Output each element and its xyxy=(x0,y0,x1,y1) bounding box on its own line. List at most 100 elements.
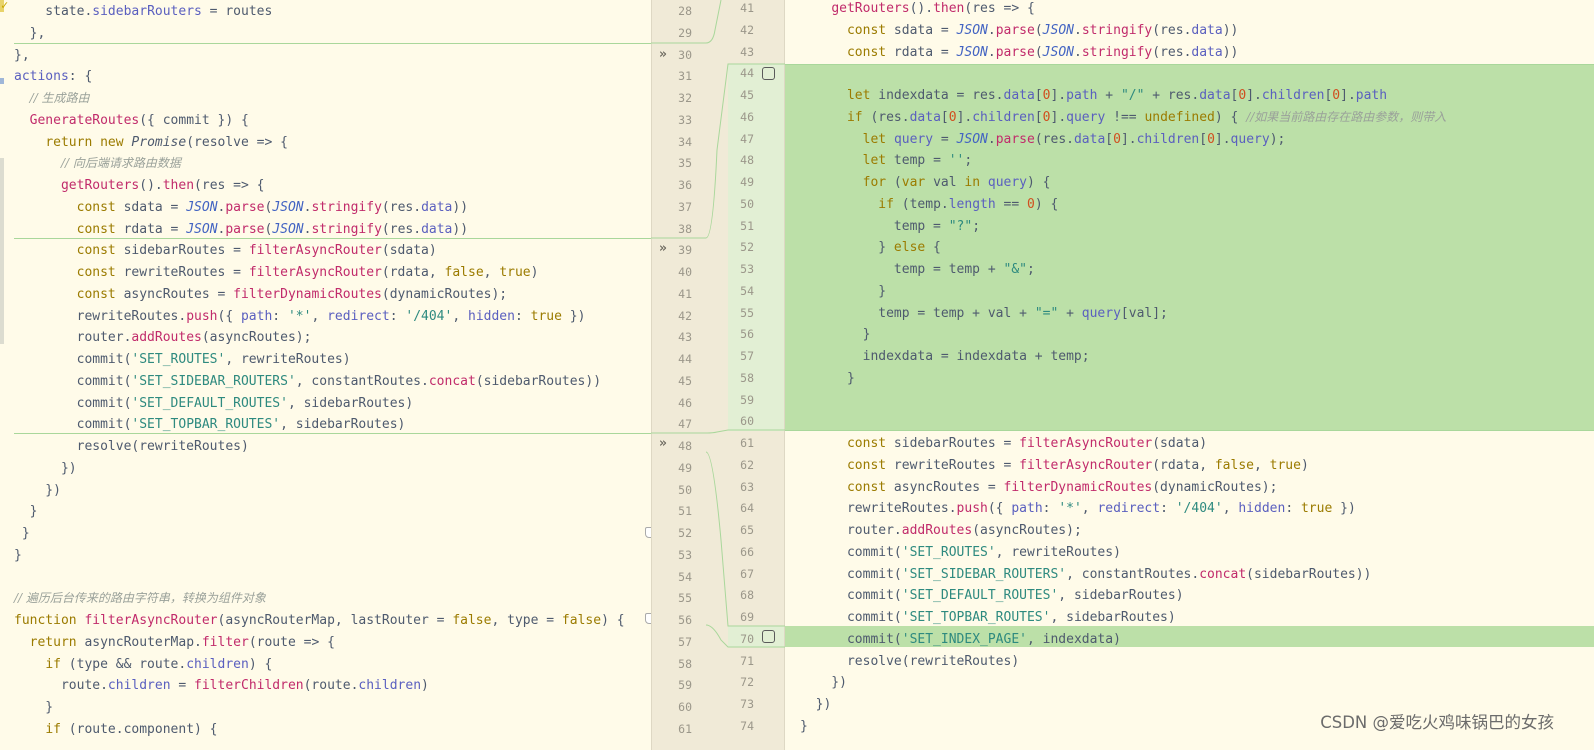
left-code-line[interactable]: GenerateRoutes({ commit }) { xyxy=(14,110,249,132)
left-code-line[interactable]: function filterAsyncRouter(asyncRouterMa… xyxy=(14,610,625,632)
right-code-line[interactable]: temp = temp + val + "=" + query[val]; xyxy=(800,303,1168,325)
left-code-line[interactable]: } xyxy=(14,501,38,523)
right-code-line[interactable]: } else { xyxy=(800,237,941,259)
line-number: 67 xyxy=(740,566,754,581)
right-code-line[interactable]: const rdata = JSON.parse(JSON.stringify(… xyxy=(800,42,1238,64)
line-number: 39 xyxy=(678,243,692,258)
line-number: 34 xyxy=(678,134,692,149)
line-number: 65 xyxy=(740,523,754,537)
line-number: 32 xyxy=(678,91,692,105)
line-number: 49 xyxy=(740,175,754,189)
right-code-line[interactable]: const sdata = JSON.parse(JSON.stringify(… xyxy=(800,20,1238,42)
left-code-line[interactable]: resolve(rewriteRoutes) xyxy=(14,436,249,458)
line-number: 31 xyxy=(678,69,692,84)
right-code-line[interactable]: if (res.data[0].children[0].query !== un… xyxy=(800,107,1446,129)
line-number: 62 xyxy=(740,457,754,472)
right-code-line[interactable]: const asyncRoutes = filterDynamicRoutes(… xyxy=(800,477,1278,499)
left-code-line[interactable]: }, xyxy=(14,45,30,67)
left-code-line[interactable]: const rewriteRoutes = filterAsyncRouter(… xyxy=(14,262,539,284)
right-code-line[interactable]: } xyxy=(800,716,808,738)
left-code-line[interactable]: commit('SET_SIDEBAR_ROUTERS', constantRo… xyxy=(14,371,601,393)
change-marker xyxy=(0,78,4,84)
left-editor-pane[interactable]: ✓ state.sidebarRouters = routes },}, acti… xyxy=(0,0,651,750)
left-code-line[interactable]: return asyncRouterMap.filter(route => { xyxy=(14,632,335,654)
right-code-line[interactable]: const rewriteRoutes = filterAsyncRouter(… xyxy=(800,455,1309,477)
right-code-line[interactable]: router.addRoutes(asyncRoutes); xyxy=(800,520,1082,542)
left-code-line[interactable]: const sdata = JSON.parse(JSON.stringify(… xyxy=(14,197,468,219)
left-code-line[interactable]: rewriteRoutes.push({ path: '*', redirect… xyxy=(14,306,586,328)
right-code-line[interactable]: temp = temp + "&"; xyxy=(800,259,1035,281)
left-code-line[interactable]: }, xyxy=(14,23,46,45)
right-code-line[interactable]: commit('SET_DEFAULT_ROUTES', sidebarRout… xyxy=(800,585,1184,607)
left-code-line[interactable]: if (route.component) { xyxy=(14,719,217,741)
line-number: 28 xyxy=(678,4,692,18)
left-code-line[interactable]: state.sidebarRouters = routes xyxy=(14,1,272,23)
left-code-line[interactable]: // 向后端请求路由数据 xyxy=(14,153,181,175)
left-code-line[interactable]: route.children = filterChildren(route.ch… xyxy=(14,675,429,697)
right-code-line[interactable]: }) xyxy=(800,694,832,716)
right-code-line[interactable]: let query = JSON.parse(res.data[0].child… xyxy=(800,129,1286,151)
left-code-line[interactable]: commit('SET_TOPBAR_ROUTES', sidebarRoute… xyxy=(14,414,406,436)
left-code-line[interactable]: // 生成路由 xyxy=(14,88,90,110)
left-code-line[interactable]: }) xyxy=(14,458,77,480)
left-code-line[interactable]: }) xyxy=(14,480,61,502)
right-code-line[interactable]: commit('SET_TOPBAR_ROUTES', sidebarRoute… xyxy=(800,607,1176,629)
line-number: 47 xyxy=(740,131,754,146)
right-code-line[interactable]: commit('SET_ROUTES', rewriteRoutes) xyxy=(800,542,1121,564)
line-number: 51 xyxy=(678,504,692,519)
right-code-line[interactable]: if (temp.length == 0) { xyxy=(800,194,1058,216)
right-code-line[interactable]: let temp = ''; xyxy=(800,150,973,172)
right-code-line[interactable]: getRouters().then(res => { xyxy=(800,0,1035,20)
line-number: 40 xyxy=(678,265,692,279)
include-checkbox-icon[interactable] xyxy=(762,67,775,80)
right-code-line[interactable]: indexdata = indexdata + temp; xyxy=(800,346,1090,368)
left-code-line[interactable]: } xyxy=(14,697,53,719)
line-number: 60 xyxy=(678,700,692,714)
right-code-line[interactable]: } xyxy=(800,324,871,346)
left-code-line[interactable]: const sidebarRoutes = filterAsyncRouter(… xyxy=(14,240,437,262)
line-number: 56 xyxy=(740,327,754,342)
right-code-line[interactable]: }) xyxy=(800,672,847,694)
left-code-line[interactable]: } xyxy=(14,545,22,567)
left-code-line[interactable]: commit('SET_DEFAULT_ROUTES', sidebarRout… xyxy=(14,393,414,415)
left-code-line[interactable]: const asyncRoutes = filterDynamicRoutes(… xyxy=(14,284,508,306)
left-code-line[interactable]: getRouters().then(res => { xyxy=(14,175,265,197)
right-code-line[interactable]: commit('SET_SIDEBAR_ROUTERS', constantRo… xyxy=(800,564,1371,586)
left-code-line[interactable]: const rdata = JSON.parse(JSON.stringify(… xyxy=(14,219,468,241)
left-code-line[interactable]: actions: { xyxy=(14,66,92,88)
line-number: 54 xyxy=(678,569,692,584)
line-number: 54 xyxy=(740,283,754,298)
line-number: 71 xyxy=(740,653,754,668)
diff-separator xyxy=(785,430,1594,431)
line-number: 42 xyxy=(740,22,754,37)
right-line-gutter: 41 42 43 44 45 46 47 48 49 50 51 52 53 54 55 56 57 58 59 60… xyxy=(728,0,785,750)
line-number: 35 xyxy=(678,156,692,171)
line-number: 52 xyxy=(678,526,692,540)
line-number: 73 xyxy=(740,697,754,711)
right-code-line[interactable]: for (var val in query) { xyxy=(800,172,1051,194)
right-code-line[interactable]: } xyxy=(800,368,855,390)
line-number: 58 xyxy=(678,656,692,671)
left-code-line[interactable]: return new Promise(resolve => { xyxy=(14,132,288,154)
line-number: 74 xyxy=(740,718,754,733)
line-number: 61 xyxy=(678,721,692,736)
left-code-line[interactable]: // 遍历后台传来的路由字符串，转换为组件对象 xyxy=(14,588,266,610)
line-number: 61 xyxy=(740,436,754,450)
right-code-line[interactable]: resolve(rewriteRoutes) xyxy=(800,651,1019,673)
include-checkbox-icon[interactable] xyxy=(762,630,775,643)
left-code-line[interactable]: commit('SET_ROUTES', rewriteRoutes) xyxy=(14,349,351,371)
right-editor-pane[interactable]: getRouters().then(res => { const sdata =… xyxy=(785,0,1594,750)
line-number: 69 xyxy=(740,610,754,624)
left-code-line[interactable]: if (type && route.children) { xyxy=(14,654,272,676)
right-code-line[interactable]: const sidebarRoutes = filterAsyncRouter(… xyxy=(800,433,1207,455)
right-code-line[interactable]: } xyxy=(800,281,886,303)
line-number: 59 xyxy=(740,392,754,407)
line-number: 50 xyxy=(740,196,754,211)
right-code-line[interactable]: rewriteRoutes.push({ path: '*', redirect… xyxy=(800,498,1356,520)
right-code-line[interactable]: let indexdata = res.data[0].path + "/" +… xyxy=(800,85,1387,107)
change-marker xyxy=(0,158,4,344)
right-code-line[interactable]: temp = "?"; xyxy=(800,216,980,238)
left-code-line[interactable]: router.addRoutes(asyncRoutes); xyxy=(14,327,312,349)
right-code-line[interactable]: commit('SET_INDEX_PAGE', indexdata) xyxy=(800,629,1121,651)
left-code-line[interactable]: } xyxy=(14,523,30,545)
